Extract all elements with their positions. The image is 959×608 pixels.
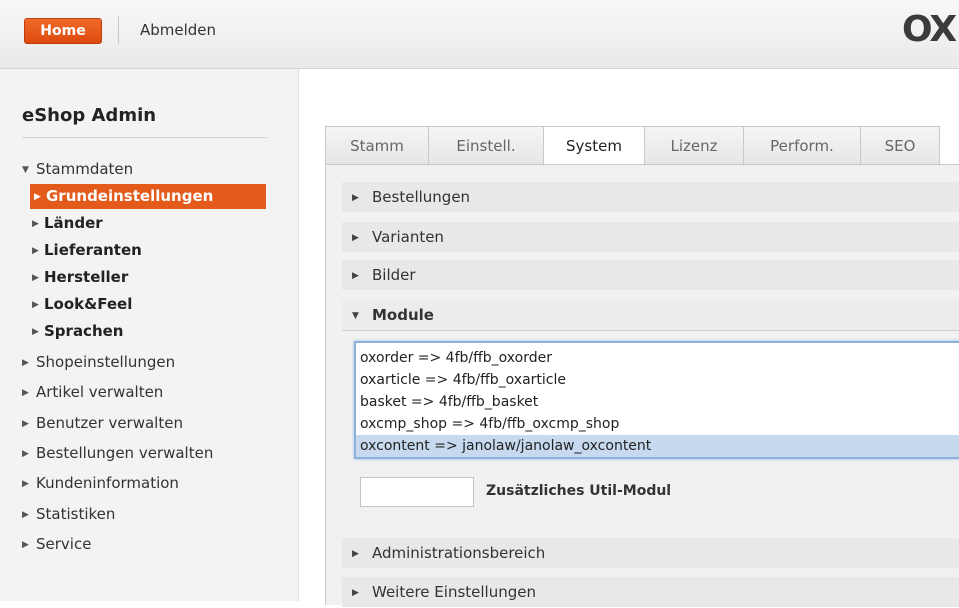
triangle-right-icon: ▶ <box>22 358 29 368</box>
group-bestellungen[interactable]: ▶ Bestellungen <box>342 182 959 212</box>
sidebar-item-benutzer[interactable]: ▶ Benutzer verwalten <box>22 414 183 432</box>
tab-stamm[interactable]: Stamm <box>325 126 429 164</box>
triangle-right-icon: ▶ <box>32 273 39 283</box>
tab-system[interactable]: System <box>543 126 645 167</box>
triangle-down-icon: ▼ <box>352 311 359 321</box>
group-bilder[interactable]: ▶ Bilder <box>342 260 959 290</box>
group-varianten[interactable]: ▶ Varianten <box>342 222 959 252</box>
group-label: Administrationsbereich <box>372 544 546 562</box>
triangle-right-icon: ▶ <box>32 219 39 229</box>
triangle-right-icon: ▶ <box>22 479 29 489</box>
logout-link[interactable]: Abmelden <box>140 21 216 39</box>
group-administrationsbereich[interactable]: ▶ Administrationsbereich <box>342 538 959 568</box>
tab-seo[interactable]: SEO <box>860 126 940 164</box>
sidebar-item-stammdaten[interactable]: ▼ Stammdaten <box>22 160 133 178</box>
sidebar-item-hersteller[interactable]: ▶ Hersteller <box>32 268 128 286</box>
top-bar: Home Abmelden OX <box>0 0 959 69</box>
module-line: oxorder => 4fb/ffb_oxorder <box>360 350 552 366</box>
triangle-right-icon: ▶ <box>34 192 41 202</box>
tab-perform[interactable]: Perform. <box>743 126 861 164</box>
sidebar-item-statistiken[interactable]: ▶ Statistiken <box>22 505 115 523</box>
triangle-right-icon: ▶ <box>352 271 359 281</box>
triangle-right-icon: ▶ <box>352 549 359 559</box>
triangle-right-icon: ▶ <box>22 449 29 459</box>
module-line: oxcmp_shop => 4fb/ffb_oxcmp_shop <box>360 416 620 432</box>
sidebar-item-service[interactable]: ▶ Service <box>22 535 91 553</box>
main-content: Stamm Einstell. System Lizenz Perform. S… <box>299 69 959 607</box>
sidebar-item-shopeinstellungen[interactable]: ▶ Shopeinstellungen <box>22 353 175 371</box>
tab-lizenz[interactable]: Lizenz <box>644 126 744 164</box>
sidebar-item-artikel[interactable]: ▶ Artikel verwalten <box>22 383 163 401</box>
sidebar-item-grundeinstellungen[interactable]: ▶ Grundeinstellungen <box>30 184 266 209</box>
group-label: Varianten <box>372 228 444 246</box>
group-label: Bestellungen <box>372 188 471 206</box>
sidebar-item-look-feel[interactable]: ▶ Look&Feel <box>32 295 132 313</box>
sidebar-divider <box>22 137 267 138</box>
triangle-right-icon: ▶ <box>32 300 39 310</box>
sidebar-item-lieferanten[interactable]: ▶ Lieferanten <box>32 241 142 259</box>
triangle-right-icon: ▶ <box>352 233 359 243</box>
triangle-right-icon: ▶ <box>352 193 359 203</box>
group-label: Weitere Einstellungen <box>372 583 536 601</box>
sidebar-item-label: Artikel verwalten <box>36 383 164 401</box>
module-line-selected: oxcontent => janolaw/janolaw_oxcontent <box>356 435 959 457</box>
sidebar-item-label: Lieferanten <box>44 241 142 259</box>
triangle-right-icon: ▶ <box>22 510 29 520</box>
triangle-right-icon: ▶ <box>32 246 39 256</box>
module-textarea[interactable]: oxorder => 4fb/ffb_oxorder oxarticle => … <box>354 341 959 459</box>
sidebar-item-label: Sprachen <box>44 322 124 340</box>
topbar-divider <box>118 16 119 44</box>
triangle-right-icon: ▶ <box>22 419 29 429</box>
group-module[interactable]: ▼ Module <box>342 300 959 331</box>
group-weitere-einstellungen[interactable]: ▶ Weitere Einstellungen <box>342 577 959 607</box>
triangle-down-icon: ▼ <box>22 165 29 175</box>
util-module-input[interactable] <box>360 477 474 507</box>
settings-panel: ▶ Bestellungen ▶ Varianten ▶ Bilder ▼ Module… <box>325 165 959 607</box>
sidebar-item-label: Shopeinstellungen <box>36 353 176 371</box>
sidebar-item-kundeninformation[interactable]: ▶ Kundeninformation <box>22 474 179 492</box>
sidebar-item-laender[interactable]: ▶ Länder <box>32 214 103 232</box>
module-line: basket => 4fb/ffb_basket <box>360 394 539 410</box>
sidebar-item-label: Hersteller <box>44 268 129 286</box>
sidebar-item-label: Look&Feel <box>44 295 133 313</box>
sidebar-item-label: Bestellungen verwalten <box>36 444 214 462</box>
sidebar-item-label: Statistiken <box>36 505 116 523</box>
sidebar-title: eShop Admin <box>22 105 157 126</box>
triangle-right-icon: ▶ <box>22 388 29 398</box>
sidebar-item-bestellungen[interactable]: ▶ Bestellungen verwalten <box>22 444 213 462</box>
sidebar-item-label: Grundeinstellungen <box>46 187 214 205</box>
group-label: Module <box>372 306 434 324</box>
sidebar-item-label: Stammdaten <box>36 160 134 178</box>
triangle-right-icon: ▶ <box>352 588 359 598</box>
triangle-right-icon: ▶ <box>22 540 29 550</box>
home-button[interactable]: Home <box>24 18 102 44</box>
sidebar: eShop Admin ▼ Stammdaten ▶ Grundeinstellun… <box>0 69 299 601</box>
sidebar-item-sprachen[interactable]: ▶ Sprachen <box>32 322 123 340</box>
tab-einstell[interactable]: Einstell. <box>428 126 544 164</box>
module-line: oxarticle => 4fb/ffb_oxarticle <box>360 372 567 388</box>
triangle-right-icon: ▶ <box>32 327 39 337</box>
group-label: Bilder <box>372 266 416 284</box>
sidebar-item-label: Service <box>36 535 92 553</box>
sidebar-item-label: Benutzer verwalten <box>36 414 183 432</box>
oxid-logo: OX <box>902 9 957 50</box>
sidebar-item-label: Länder <box>44 214 103 232</box>
sidebar-item-label: Kundeninformation <box>36 474 179 492</box>
util-module-label: Zusätzliches Util-Modul <box>486 483 672 499</box>
